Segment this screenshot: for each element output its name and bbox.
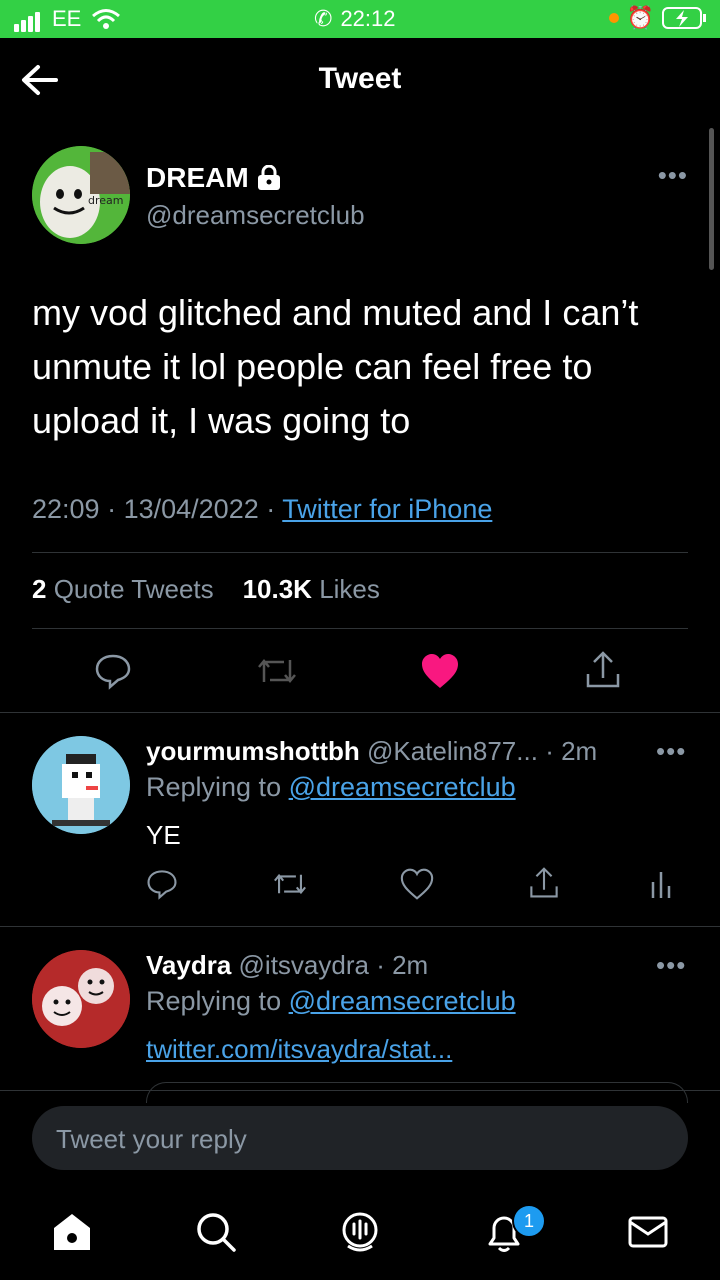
reply-author-handle[interactable]: @itsvaydra [239, 950, 369, 980]
retweet-icon[interactable] [272, 868, 308, 900]
reply-icon[interactable] [146, 868, 178, 900]
tweet-action-bar [0, 648, 720, 694]
battery-charging-icon [662, 7, 706, 29]
like-icon[interactable] [400, 868, 434, 900]
reply-author-name[interactable]: yourmumshottbh [146, 736, 360, 766]
replying-to-link[interactable]: @dreamsecretclub [289, 772, 516, 802]
tweet-author: dream DREAM @dreamsecretclub ••• [32, 146, 688, 246]
replying-to-link[interactable]: @dreamsecretclub [289, 986, 516, 1016]
home-icon[interactable] [50, 1210, 94, 1254]
replying-to-line: Replying to @dreamsecretclub [146, 772, 516, 803]
carrier-label: EE [52, 6, 82, 31]
analytics-icon[interactable] [650, 868, 672, 900]
reply-time: 2m [561, 736, 598, 766]
tweet-meta: 22:09 · 13/04/2022 · Twitter for iPhone [32, 494, 492, 525]
more-options-icon[interactable]: ••• [656, 736, 686, 767]
tweet-time: 22:09 [32, 494, 100, 524]
author-handle[interactable]: @dreamsecretclub [146, 200, 365, 231]
more-options-icon[interactable]: ••• [658, 160, 688, 191]
clock-time: 22:12 [340, 6, 396, 31]
replying-to-label: Replying to [146, 772, 282, 802]
reply-author-handle[interactable]: @Katelin877... [367, 736, 538, 766]
meta-separator: · [545, 736, 562, 766]
quote-tweets-label: Quote Tweets [53, 574, 214, 604]
replying-to-label: Replying to [146, 986, 282, 1016]
likes-label: Likes [319, 574, 380, 604]
reply-link[interactable]: twitter.com/itsvaydra/stat... [146, 1034, 452, 1065]
reply-header: yourmumshottbh @Katelin877... · 2m [146, 736, 597, 767]
like-icon-filled[interactable] [420, 652, 460, 690]
share-icon[interactable] [584, 650, 622, 690]
recording-dot-icon [608, 13, 619, 23]
reply-header: Vaydra @itsvaydra · 2m [146, 950, 428, 981]
reply-icon[interactable] [94, 652, 132, 690]
avatar[interactable] [32, 950, 130, 1048]
replying-to-line: Replying to @dreamsecretclub [146, 986, 516, 1017]
divider [0, 926, 720, 927]
meta-separator: · [266, 494, 283, 524]
pixel-avatar-image [32, 736, 130, 834]
reply-text: YE [146, 820, 181, 850]
retweet-icon[interactable] [256, 652, 298, 690]
divider [0, 1090, 720, 1091]
dream-avatar-image: dream [32, 146, 130, 244]
messages-icon[interactable] [626, 1210, 670, 1254]
reply-time: 2m [392, 950, 429, 980]
bottom-tab-bar [0, 1196, 720, 1280]
alarm-icon: ⏰ [626, 5, 654, 30]
reply-author-name[interactable]: Vaydra [146, 950, 231, 980]
likes-stat[interactable]: 10.3K Likes [243, 574, 380, 604]
quote-tweets-stat[interactable]: 2 Quote Tweets [32, 574, 214, 604]
tweet-date: 13/04/2022 [123, 494, 259, 524]
avatar[interactable]: dream [32, 146, 130, 244]
divider [0, 712, 720, 713]
likes-count: 10.3K [242, 574, 312, 604]
divider [32, 628, 688, 629]
call-icon: ✆ [314, 6, 333, 31]
tweet-text: my vod glitched and muted and I can’t un… [32, 292, 639, 441]
reply-tweet[interactable]: Vaydra @itsvaydra · 2m ••• Replying to @… [0, 950, 720, 1090]
tweet-stats: 2 Quote Tweets 10.3K Likes [32, 574, 380, 605]
page-title: Tweet [318, 62, 402, 95]
tweet-source-link[interactable]: Twitter for iPhone [282, 494, 492, 524]
reply-input[interactable] [54, 1106, 658, 1172]
share-icon[interactable] [528, 866, 560, 900]
quote-tweets-count: 2 [32, 574, 47, 604]
meta-separator: · [107, 494, 124, 524]
red-art-avatar-image [32, 950, 130, 1048]
signal-icon [14, 6, 42, 32]
quoted-tweet-card[interactable] [146, 1082, 688, 1103]
top-navigation: Tweet [0, 38, 720, 122]
status-bar: EE ✆ 22:12 ⏰ [0, 0, 720, 38]
search-icon[interactable] [194, 1210, 238, 1254]
wifi-icon [92, 9, 121, 29]
avatar[interactable] [32, 736, 130, 834]
spaces-icon[interactable] [338, 1210, 382, 1254]
author-name[interactable]: DREAM [146, 162, 249, 194]
avatar-lettering: dream [88, 194, 124, 207]
author-name-row: DREAM [146, 162, 281, 194]
more-options-icon[interactable]: ••• [656, 950, 686, 981]
meta-separator: · [376, 950, 393, 980]
lock-icon [257, 165, 280, 190]
scrollbar[interactable] [709, 128, 714, 270]
notifications-badge: 1 [512, 1204, 546, 1238]
reply-tweet[interactable]: yourmumshottbh @Katelin877... · 2m ••• R… [0, 736, 720, 916]
divider [32, 552, 688, 553]
reply-composer[interactable] [32, 1106, 688, 1172]
